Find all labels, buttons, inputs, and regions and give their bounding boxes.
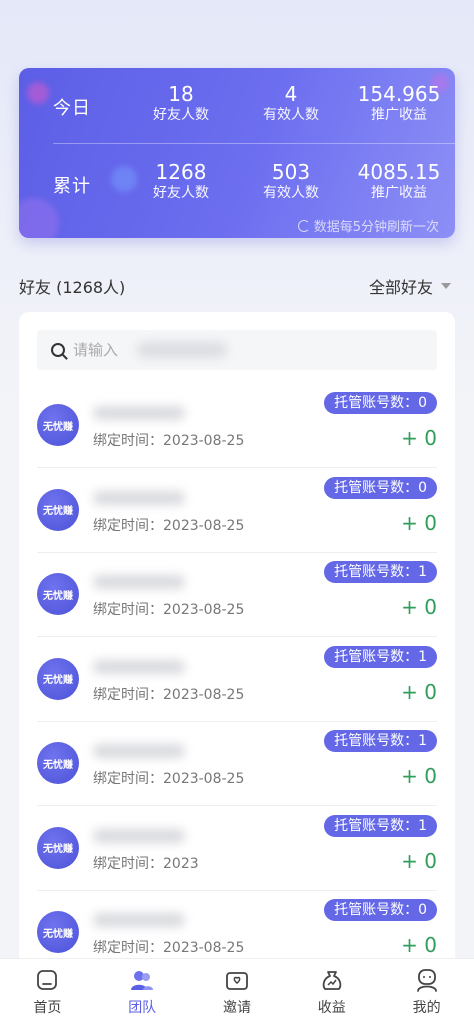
- total-income-value: 4085.15: [357, 160, 441, 184]
- friend-row[interactable]: 无忧赚 绑定时间：2023-08-25 托管账号数：1 + 0: [37, 553, 437, 637]
- bind-time: 绑定时间：2023-08-25: [93, 433, 245, 449]
- blurred-name: [93, 744, 185, 758]
- refresh-note-text: 数据每5分钟刷新一次: [313, 220, 439, 235]
- total-friends-stat: 1268 好友人数: [121, 160, 241, 202]
- bind-time: 绑定时间：2023: [93, 855, 199, 872]
- search-box[interactable]: [37, 330, 437, 370]
- bind-time: 绑定时间：2023-08-25: [93, 940, 245, 956]
- managed-accounts-badge: 托管账号数：1: [324, 561, 437, 583]
- refresh-icon: [297, 219, 310, 232]
- earning-value: + 0: [401, 848, 437, 873]
- managed-accounts-badge: 托管账号数：1: [324, 730, 437, 752]
- blurred-name: [93, 575, 185, 589]
- blurred-name: [93, 913, 185, 927]
- bind-time: 绑定时间：2023-08-25: [93, 686, 245, 703]
- friend-row[interactable]: 无忧赚 绑定时间：2023-08-25 托管账号数：1 + 0: [37, 722, 437, 806]
- home-icon: [37, 970, 58, 990]
- blurred-name: [93, 490, 185, 505]
- nav-item-earnings[interactable]: 收益: [284, 959, 379, 1019]
- profile-icon: [416, 969, 437, 992]
- blurred-name: [93, 406, 185, 420]
- today-income-value: 154.965: [357, 82, 441, 106]
- earning-value: + 0: [401, 426, 437, 450]
- managed-accounts-badge: 托管账号数：0: [324, 392, 437, 414]
- nav-label-home: 首页: [33, 1000, 62, 1016]
- friends-title: 好友 (1268人): [19, 278, 126, 297]
- earning-value: + 0: [401, 679, 437, 704]
- today-label: 今日: [53, 98, 91, 119]
- friends-header: 好友 (1268人) 全部好友: [19, 272, 455, 298]
- bottom-nav: 首页 团队 邀请 收益 我的: [0, 958, 474, 1019]
- avatar: 无忧赚: [37, 826, 79, 869]
- earnings-icon: [322, 971, 342, 990]
- total-friends-count: 1268: [155, 160, 207, 184]
- total-effective-stat: 503 有效人数: [231, 160, 351, 202]
- stats-divider: [53, 143, 455, 144]
- total-income-label: 推广收益: [371, 185, 427, 201]
- managed-accounts-badge: 托管账号数：0: [324, 899, 437, 921]
- avatar: 无忧赚: [37, 742, 79, 784]
- friend-row[interactable]: 无忧赚 绑定时间：2023-08-25 托管账号数：0 + 0: [37, 384, 437, 468]
- earning-value: + 0: [401, 764, 437, 788]
- avatar: 无忧赚: [37, 488, 79, 531]
- today-income-label: 推广收益: [371, 107, 427, 123]
- managed-accounts-badge: 托管账号数：0: [324, 476, 437, 499]
- today-effective-stat: 4 有效人数: [231, 82, 351, 124]
- team-icon: [131, 971, 154, 990]
- friend-row[interactable]: 无忧赚 绑定时间：2023-08-25 托管账号数：0 + 0: [37, 469, 437, 553]
- today-friends-label: 好友人数: [153, 107, 209, 123]
- friend-row[interactable]: 无忧赚 绑定时间：2023-08-25 托管账号数：1 + 0: [37, 638, 437, 722]
- today-friends-count: 18: [168, 82, 194, 106]
- today-effective-count: 4: [284, 82, 298, 106]
- stats-row-total: 累计 1268 好友人数 503 有效人数 4085.15 推广收益: [19, 150, 455, 220]
- today-friends-stat: 18 好友人数: [121, 82, 241, 124]
- nav-item-invite[interactable]: 邀请: [190, 959, 285, 1019]
- earning-value: + 0: [401, 933, 437, 957]
- avatar: 无忧赚: [37, 657, 79, 700]
- refresh-note: 数据每5分钟刷新一次: [297, 216, 439, 235]
- nav-item-profile[interactable]: 我的: [379, 959, 474, 1019]
- avatar: 无忧赚: [37, 573, 79, 615]
- earning-value: + 0: [401, 510, 437, 535]
- nav-item-team[interactable]: 团队: [95, 959, 190, 1019]
- total-income-stat: 4085.15 推广收益: [339, 160, 455, 202]
- nav-label-invite: 邀请: [222, 1000, 251, 1016]
- caret-down-icon: [441, 283, 451, 289]
- friend-row[interactable]: 无忧赚 绑定时间：2023 托管账号数：1 + 0: [37, 807, 437, 891]
- bind-time: 绑定时间：2023-08-25: [93, 771, 245, 787]
- team-page: 今日 18 好友人数 4 有效人数 154.965 推广收益 累计 1268 好…: [0, 0, 474, 1019]
- blurred-name: [93, 828, 185, 843]
- stats-card: 今日 18 好友人数 4 有效人数 154.965 推广收益 累计 1268 好…: [19, 68, 455, 238]
- nav-label-earnings: 收益: [317, 1000, 346, 1016]
- today-effective-label: 有效人数: [263, 107, 319, 123]
- friends-filter-dropdown[interactable]: 全部好友: [369, 274, 451, 298]
- blurred-placeholder: [137, 342, 227, 358]
- blurred-name: [93, 659, 185, 674]
- avatar: 无忧赚: [37, 404, 79, 446]
- managed-accounts-badge: 托管账号数：1: [324, 645, 437, 668]
- today-income-stat: 154.965 推广收益: [339, 82, 455, 124]
- friends-list-card: 无忧赚绑定时间：2023-08-25托管账号数：0+ 0无忧赚绑定时间：2023…: [19, 312, 455, 992]
- total-effective-count: 503: [271, 160, 311, 184]
- stats-row-today: 今日 18 好友人数 4 有效人数 154.965 推广收益: [19, 72, 455, 142]
- earning-value: + 0: [401, 595, 437, 619]
- bind-time: 绑定时间：2023-08-25: [93, 517, 245, 534]
- invite-icon: [226, 972, 248, 990]
- search-input[interactable]: [73, 341, 393, 359]
- nav-label-profile: 我的: [412, 1000, 441, 1016]
- total-effective-label: 有效人数: [263, 185, 319, 201]
- total-label: 累计: [53, 176, 91, 197]
- friends-filter-label: 全部好友: [368, 278, 433, 297]
- total-friends-label: 好友人数: [153, 185, 209, 201]
- nav-item-home[interactable]: 首页: [0, 959, 95, 1019]
- managed-accounts-badge: 托管账号数：1: [324, 814, 437, 837]
- bind-time: 绑定时间：2023-08-25: [93, 602, 245, 618]
- nav-label-team: 团队: [128, 1000, 157, 1016]
- search-icon: [51, 343, 65, 357]
- avatar: 无忧赚: [37, 911, 79, 953]
